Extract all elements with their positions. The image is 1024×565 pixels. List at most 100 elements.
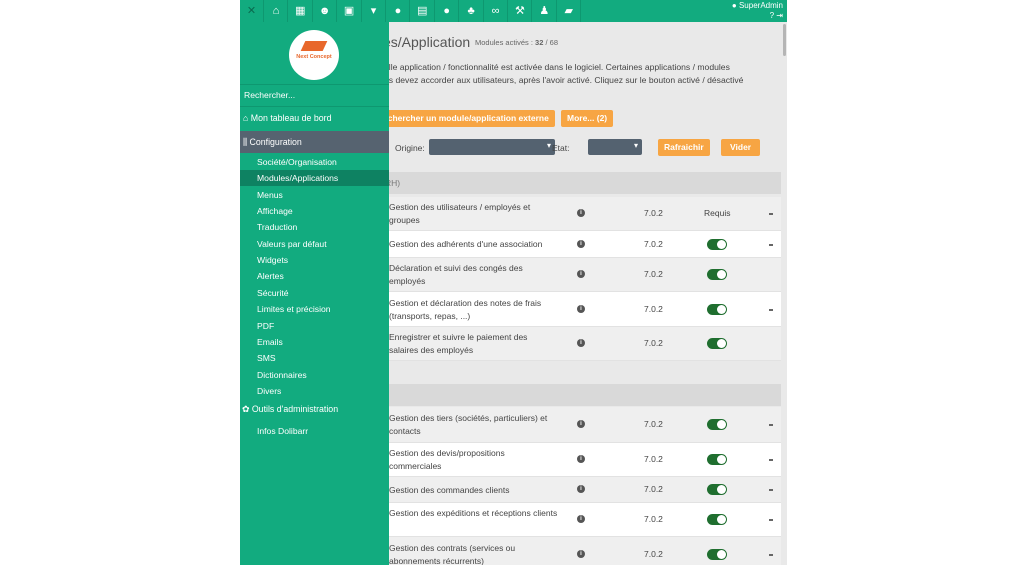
module-row: Gestion des adhérents d'une association i… (389, 231, 781, 258)
module-row: Gestion des expéditions et réceptions cl… (389, 503, 781, 537)
sidebar-item-admin-tools[interactable]: ✿ Outils d'administration (242, 404, 338, 415)
sidebar-item-infos-dolibarr[interactable]: Infos Dolibarr (257, 423, 389, 439)
module-version: 7.0.2 (644, 303, 663, 314)
module-version: 7.0.2 (644, 269, 663, 279)
settings-icon[interactable] (769, 519, 773, 521)
more-button[interactable]: More... (2) (561, 110, 614, 127)
sidebar-subitem[interactable]: Widgets (257, 252, 389, 268)
sidebar-subitem[interactable]: Alertes (257, 268, 389, 284)
sidebar-subitem[interactable]: Affichage (257, 203, 389, 219)
help-icon[interactable]: ? (770, 11, 774, 20)
search-external-module-button[interactable]: echercher un module/application externe (389, 110, 555, 127)
module-toggle[interactable] (707, 484, 727, 495)
binoculars-icon[interactable]: ∞ (484, 0, 508, 22)
info-icon[interactable]: i (577, 549, 585, 558)
piggy-bank-icon[interactable]: ● (435, 0, 460, 22)
description: elle application / fonctionnalité est ac… (389, 62, 744, 85)
module-row: Gestion des utilisateurs / employés et g… (389, 197, 781, 231)
page-title: es/Application (389, 34, 471, 50)
module-version: 7.0.2 (644, 454, 663, 464)
module-row: Gestion et déclaration des notes de frai… (389, 292, 781, 327)
tie-icon[interactable]: ▾ (362, 0, 386, 22)
module-toggle[interactable] (707, 514, 727, 525)
origin-label: Origine: (395, 143, 425, 153)
module-version: 7.0.2 (644, 238, 663, 249)
folder-open-icon[interactable]: ▰ (557, 0, 582, 22)
settings-icon[interactable] (769, 459, 773, 461)
module-toggle[interactable] (707, 238, 727, 250)
sidebar-search-input[interactable]: Rechercher... (244, 90, 295, 100)
piggy-bank-icon[interactable]: ● (386, 0, 411, 22)
origin-select[interactable] (429, 139, 555, 155)
sidebar-subitem[interactable]: Valeurs par défaut (257, 236, 389, 252)
sidebar-subitem[interactable]: Emails (257, 334, 389, 350)
safe-icon[interactable]: ▤ (411, 0, 435, 22)
module-row: Gestion des tiers (sociétés, particulier… (389, 407, 781, 443)
settings-icon[interactable] (769, 243, 773, 246)
close-icon[interactable]: ✕ (240, 0, 264, 22)
info-icon[interactable]: i (577, 515, 585, 523)
module-name: Enregistrer et suivre le paiement des sa… (389, 332, 528, 355)
info-icon[interactable]: i (577, 420, 585, 428)
home-icon[interactable]: ⌂ (264, 0, 289, 22)
sidebar-subitem[interactable]: PDF (257, 318, 389, 334)
module-toggle[interactable] (707, 548, 727, 560)
module-row: Gestion des contrats (services ou abonne… (389, 537, 781, 565)
module-name: Gestion des expéditions et réceptions cl… (389, 508, 558, 518)
sidebar-subitem[interactable]: Menus (257, 187, 389, 203)
module-version: 7.0.2 (644, 548, 663, 559)
scrollbar[interactable] (783, 24, 786, 56)
info-icon[interactable]: i (577, 209, 585, 217)
info-icon[interactable]: i (577, 304, 585, 313)
sitemap-icon[interactable]: ♣ (460, 0, 484, 22)
settings-icon[interactable] (769, 308, 773, 311)
state-select[interactable] (588, 139, 642, 155)
module-row: Gestion des devis/propositions commercia… (389, 443, 781, 477)
clear-button[interactable]: Vider (721, 139, 761, 156)
sidebar-subitem[interactable]: Sécurité (257, 285, 389, 301)
module-version: 7.0.2 (644, 419, 663, 429)
sidebar-subitem[interactable]: Modules/Applications (240, 170, 389, 187)
module-row: Déclaration et suivi des congés des empl… (389, 258, 781, 292)
settings-icon[interactable] (769, 489, 773, 491)
info-icon[interactable]: i (577, 485, 585, 493)
sidebar-subitem[interactable]: Traduction (257, 219, 389, 235)
main-content: es/Application Modules activés : 32 / 68… (389, 22, 787, 565)
module-version: 7.0.2 (644, 484, 663, 494)
info-icon[interactable]: i (577, 239, 585, 248)
archive-icon[interactable]: ▣ (338, 0, 362, 22)
sidebar-subitem[interactable]: Limites et précision (257, 301, 389, 317)
sidebar-subitem[interactable]: Divers (257, 383, 389, 399)
sidebar: Next Concept Rechercher... ⌂ Mon tableau… (240, 22, 389, 565)
module-toggle[interactable] (707, 303, 727, 315)
users-icon[interactable]: ☻ (313, 0, 338, 22)
logout-icon[interactable]: ⇥ (776, 11, 783, 20)
info-icon[interactable]: i (577, 455, 585, 463)
module-toggle[interactable] (707, 338, 727, 349)
sidebar-subitem[interactable]: Société/Organisation (257, 154, 389, 170)
module-name: Déclaration et suivi des congés des empl… (389, 263, 523, 286)
settings-icon[interactable] (769, 213, 773, 215)
settings-icon[interactable] (769, 424, 773, 426)
user-tie-icon[interactable]: ♟ (533, 0, 557, 22)
user-menu[interactable]: ● SuperAdmin ? ⇥ (732, 1, 783, 21)
module-toggle[interactable] (707, 269, 727, 280)
sidebar-item-configuration[interactable]: ⫼ Configuration (240, 131, 389, 153)
gear-icon: ✿ (242, 404, 250, 414)
sliders-icon: ⫼ (243, 137, 248, 147)
sidebar-subitem[interactable]: SMS (257, 350, 389, 366)
info-icon[interactable]: i (577, 270, 585, 278)
info-icon[interactable]: i (577, 339, 585, 347)
top-menu-bar: ✕ ⌂ ▦ ☻ ▣ ▾ ● ▤ ● ♣ ∞ ⚒ ♟ ▰ ● SuperAdmin ? ⇥ (240, 0, 787, 22)
module-name: Gestion des devis/propositions commercia… (389, 448, 505, 471)
state-label: Etat: (552, 143, 570, 153)
module-name: Gestion des adhérents d'une association (389, 239, 543, 249)
settings-icon[interactable] (769, 553, 773, 556)
refresh-button[interactable]: Rafraichir (658, 139, 710, 156)
module-toggle[interactable] (707, 454, 727, 465)
sidebar-subitem[interactable]: Dictionnaires (257, 367, 389, 383)
calendar-icon[interactable]: ▦ (289, 0, 313, 22)
module-toggle[interactable] (707, 419, 727, 430)
gavel-icon[interactable]: ⚒ (508, 0, 533, 22)
sidebar-item-dashboard[interactable]: ⌂ Mon tableau de bord (243, 113, 331, 123)
